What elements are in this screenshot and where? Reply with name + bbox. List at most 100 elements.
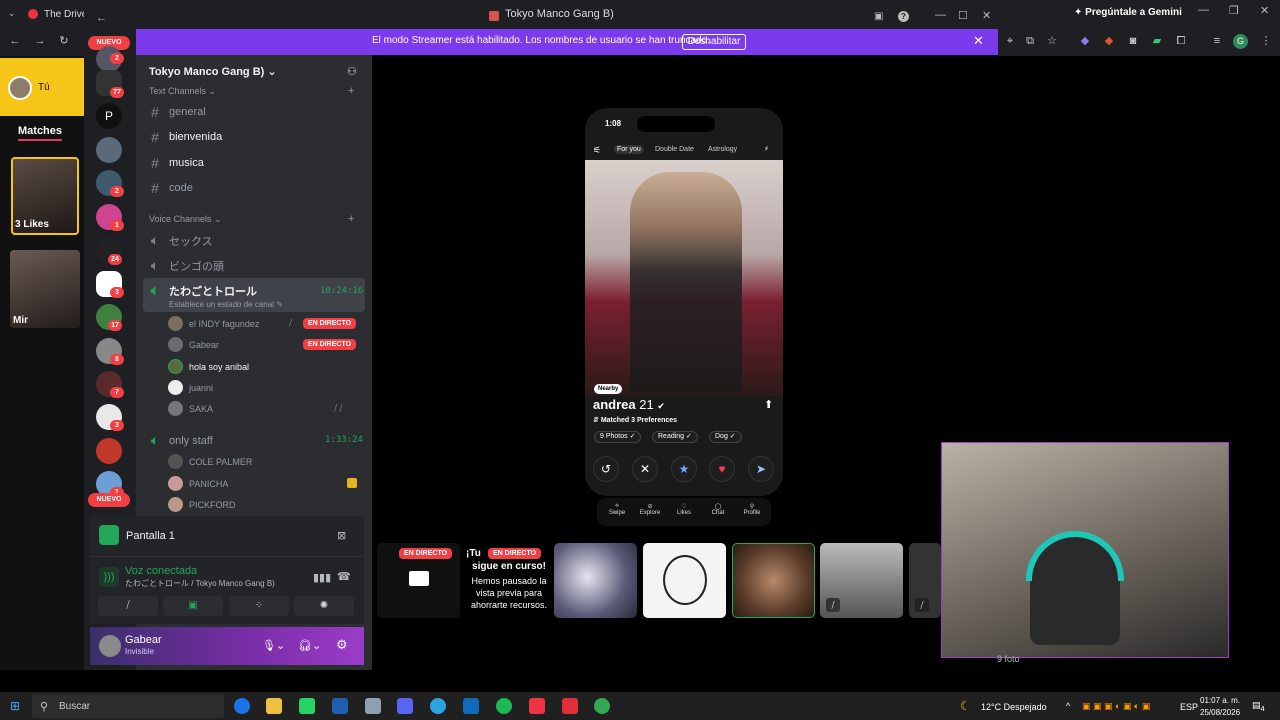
spotify-icon[interactable] <box>496 698 512 714</box>
voice-member[interactable]: hola soy anibal <box>168 359 249 374</box>
browser-tab[interactable]: The Drive <box>28 6 87 22</box>
telegram-icon[interactable] <box>430 698 446 714</box>
app-red-icon[interactable] <box>562 698 578 714</box>
tab-double-date[interactable]: Double Date <box>655 146 694 153</box>
nav-likes[interactable]: ♡ Likes <box>671 503 697 516</box>
stream-tile[interactable] <box>643 543 726 618</box>
voice-member[interactable]: el INDY fagundez <box>168 316 259 331</box>
gemini-button[interactable]: ✦ Pregúntale a Gemini <box>1074 7 1182 18</box>
tray-chevron-icon[interactable]: ^ <box>1066 701 1070 711</box>
channel-musica[interactable]: # musica <box>149 155 204 171</box>
stop-stream-icon[interactable]: ⊠ <box>337 529 346 542</box>
headphones-icon[interactable]: 🎧︎⌄ <box>298 639 321 652</box>
cast-icon[interactable]: ⧉ <box>1023 34 1037 48</box>
discord-icon[interactable] <box>397 698 413 714</box>
disable-streamer-button[interactable]: Deshabilitar <box>682 34 746 50</box>
outlook-icon[interactable] <box>463 698 479 714</box>
weather[interactable]: 12°C Despejado <box>981 702 1047 712</box>
extension-3-icon[interactable]: ◙ <box>1126 34 1140 48</box>
boost-icon[interactable]: ⚡ <box>764 145 769 153</box>
extensions-puzzle-icon[interactable]: ⧠ <box>1174 34 1188 48</box>
voice-channel-staff[interactable]: 🔈︎ only staff <box>149 432 213 449</box>
stream-tile-speaking[interactable] <box>732 543 815 618</box>
channel-bienvenida[interactable]: # bienvenida <box>149 129 222 145</box>
rewind-button[interactable]: ↺ <box>593 456 619 482</box>
reload-icon[interactable]: ↻ <box>57 34 71 48</box>
discord-maximize-icon[interactable]: ☐ <box>958 9 968 22</box>
notifications-icon[interactable]: ▤4 <box>1252 700 1265 713</box>
browser-menu-icon[interactable]: ⋮ <box>1259 34 1273 48</box>
nav-explore[interactable]: ⊘ Explore <box>637 503 663 516</box>
boost-button[interactable]: ➤ <box>748 456 774 482</box>
user-avatar[interactable] <box>99 635 121 657</box>
add-member-icon[interactable]: ⚇ <box>347 65 357 78</box>
mic-icon[interactable]: 🎙︎⌄ <box>262 639 285 652</box>
voice-channel-path[interactable]: たわごとトロール / Tokyo Manco Gang B) <box>125 578 275 589</box>
share-screen-button[interactable]: ▣ <box>163 596 223 616</box>
expand-profile-icon[interactable]: ⬆ <box>764 398 773 411</box>
app-icon[interactable] <box>365 698 381 714</box>
browser-minimize-icon[interactable]: — <box>1198 4 1209 16</box>
guild-name[interactable]: Tokyo Manco Gang B) ⌄ <box>149 65 277 78</box>
channel-code[interactable]: # code <box>149 180 193 196</box>
edge-icon[interactable] <box>234 698 250 714</box>
file-explorer-icon[interactable] <box>266 698 282 714</box>
disconnect-icon[interactable]: ☎ <box>337 570 351 583</box>
whatsapp-icon[interactable] <box>299 698 315 714</box>
voice-category[interactable]: Voice Channels ⌄ <box>149 214 222 225</box>
voice-channel-2[interactable]: 🔈︎ ビンゴの頭 <box>149 257 224 274</box>
like-button[interactable]: ♥ <box>709 456 735 482</box>
signal-icon[interactable]: ))) <box>99 567 119 587</box>
location-icon[interactable]: ⌖ <box>1003 34 1017 48</box>
voice-channel-1[interactable]: 🔈︎ セックス <box>149 232 213 249</box>
camera-button[interactable]: ⧸ <box>98 596 158 616</box>
add-voice-channel-icon[interactable]: + <box>348 213 354 225</box>
activities-button[interactable]: ⁘ <box>229 596 289 616</box>
channel-status[interactable]: Establece un estado de canal ✎ <box>169 300 283 309</box>
voice-member[interactable]: juanni <box>168 380 213 395</box>
profile-avatar[interactable]: G <box>1233 34 1248 49</box>
nope-button[interactable]: ✕ <box>632 456 658 482</box>
clock-date[interactable]: 25/08/2026 <box>1200 708 1240 717</box>
filter-icon[interactable]: ⚟ <box>593 145 601 156</box>
stream-tile[interactable] <box>554 543 637 618</box>
voice-member[interactable]: PANICHA <box>168 476 228 491</box>
soundboard-button[interactable]: ✺ <box>294 596 354 616</box>
close-banner-icon[interactable]: ✕ <box>973 33 984 49</box>
nav-swipe[interactable]: ⟡ Swipe <box>604 503 630 516</box>
extension-2-icon[interactable]: ◆ <box>1102 34 1116 48</box>
user-avatar[interactable] <box>8 76 32 100</box>
super-like-button[interactable]: ★ <box>671 456 697 482</box>
channel-general[interactable]: # general <box>149 104 206 120</box>
clock-time[interactable]: 01:07 a. m. <box>1200 696 1240 705</box>
server-13[interactable] <box>96 438 122 464</box>
browser-close-icon[interactable]: ✕ <box>1260 4 1269 17</box>
extension-4-icon[interactable]: ▰ <box>1150 34 1164 48</box>
voice-member[interactable]: SAKA <box>168 401 213 416</box>
tab-astrology[interactable]: Astrology <box>708 146 737 153</box>
voice-member[interactable]: COLE PALMER <box>168 454 252 469</box>
discord-close-icon[interactable]: ✕ <box>982 9 991 22</box>
reading-list-icon[interactable]: ≡ <box>1210 34 1224 48</box>
nav-chat[interactable]: ◯ Chat <box>705 503 731 516</box>
security-icon[interactable] <box>332 698 348 714</box>
bookmark-star-icon[interactable]: ☆ <box>1045 34 1059 48</box>
add-channel-icon[interactable]: + <box>348 85 354 97</box>
server-p[interactable]: P <box>96 103 122 129</box>
browser-restore-icon[interactable]: ❐ <box>1229 4 1239 17</box>
voice-member[interactable]: Gabear <box>168 337 219 352</box>
tab-matches[interactable]: Matches <box>18 125 63 141</box>
nav-back-icon[interactable]: ← <box>96 12 107 24</box>
tab-for-you[interactable]: For you <box>614 145 644 154</box>
inbox-icon[interactable]: ▣ <box>874 11 883 22</box>
extension-1-icon[interactable]: ◆ <box>1078 34 1092 48</box>
text-category[interactable]: Text Channels ⌄ <box>149 86 216 97</box>
help-icon[interactable]: ? <box>898 11 909 22</box>
chrome-icon[interactable] <box>594 698 610 714</box>
server-4[interactable] <box>96 137 122 163</box>
voice-member[interactable]: PICKFORD <box>168 497 236 512</box>
tray-icons[interactable]: ▣ ▣ ▣ ◐ ▣ 🔈︎ ▣ <box>1082 701 1150 712</box>
forward-icon[interactable]: → <box>33 34 47 48</box>
back-icon[interactable]: ← <box>8 34 22 48</box>
windows-start-icon[interactable]: ⊞ <box>10 699 20 713</box>
